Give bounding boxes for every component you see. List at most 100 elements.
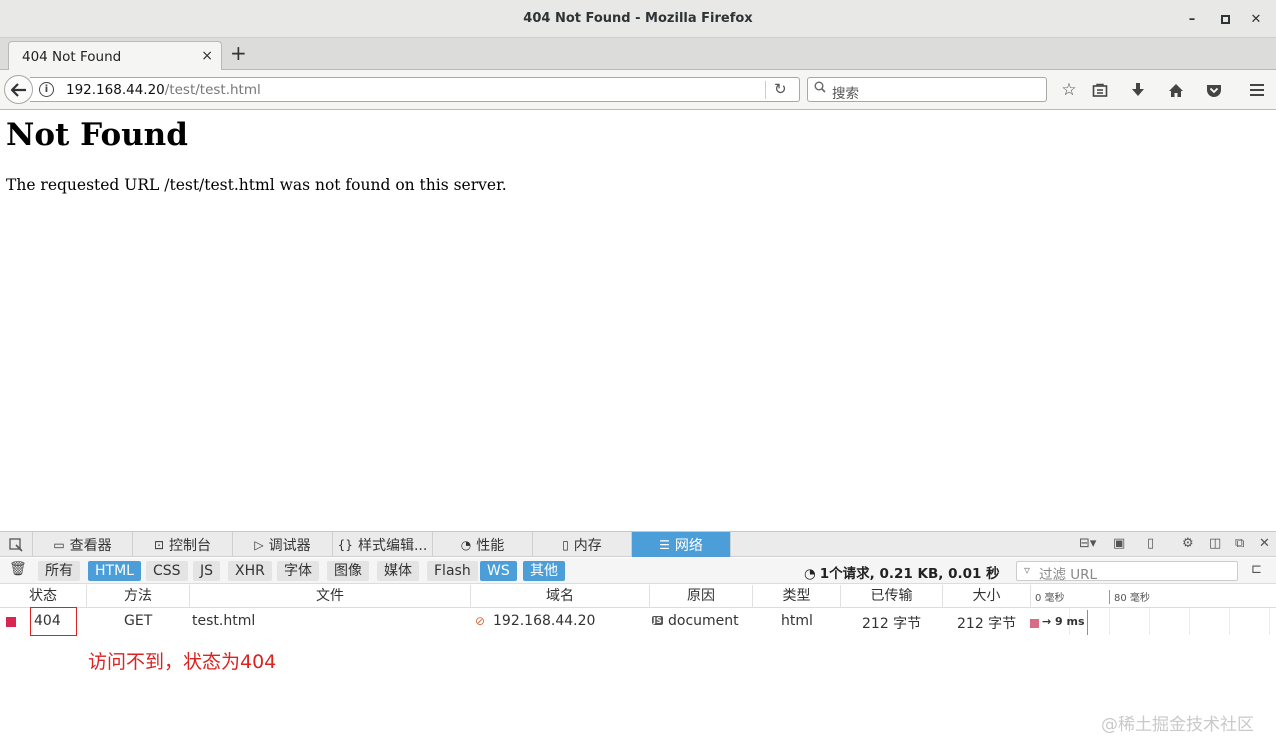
layout-dropdown-icon[interactable]: ⊟▾: [1079, 536, 1096, 551]
devtools-tab-label: 性能: [476, 537, 505, 554]
filter-html[interactable]: HTML: [88, 561, 141, 581]
column-status[interactable]: 状态: [0, 585, 87, 608]
request-cause: document: [668, 613, 739, 629]
devtools-panel: ▭ 查看器 ⊡ 控制台 ▷ 调试器 {} 样式编辑... ◔ 性能 ▯ 内存 ☰…: [0, 531, 1276, 753]
url-filter-input[interactable]: ▿ 过滤 URL: [1016, 561, 1238, 583]
filter-images[interactable]: 图像: [327, 561, 369, 581]
devtools-tab-network[interactable]: ☰ 网络: [632, 532, 731, 557]
request-type: html: [781, 613, 813, 629]
status-highlight-box: [30, 607, 77, 636]
devtools-tab-console[interactable]: ⊡ 控制台: [133, 532, 233, 557]
search-placeholder: 搜索: [832, 86, 859, 102]
waterfall-bar: [1030, 619, 1039, 628]
navigation-bar: i 192.168.44.20/test/test.html ↻ 搜索 ☆: [0, 70, 1276, 110]
new-tab-button[interactable]: +: [230, 43, 247, 63]
devtools-tab-debugger[interactable]: ▷ 调试器: [233, 532, 333, 557]
home-icon[interactable]: [1165, 79, 1187, 101]
menu-icon[interactable]: [1246, 79, 1268, 101]
waterfall-label-80: 80 毫秒: [1114, 593, 1150, 604]
devtools-tab-label: 查看器: [69, 537, 112, 554]
waterfall-tick: [1109, 590, 1110, 604]
timer-icon: ◔: [804, 566, 816, 582]
devtools-tab-label: 网络: [674, 537, 703, 554]
column-method[interactable]: 方法: [87, 585, 190, 608]
request-file: test.html: [192, 613, 256, 629]
undock-window-icon[interactable]: ⧉: [1235, 536, 1244, 551]
page-content: Not Found The requested URL /test/test.h…: [0, 111, 1276, 531]
toggle-sidebar-icon[interactable]: ⊏: [1251, 562, 1262, 577]
devtools-tab-inspector[interactable]: ▭ 查看器: [33, 532, 133, 557]
url-host: 192.168.44.20: [66, 82, 165, 98]
table-row[interactable]: 404 GET test.html ⊘ 192.168.44.20 JS doc…: [0, 609, 1276, 635]
network-icon: ☰: [659, 537, 670, 552]
watermark: @稀土掘金技术社区: [1101, 715, 1254, 735]
filter-js[interactable]: JS: [193, 561, 221, 581]
close-window-icon[interactable]: ✕: [1247, 10, 1265, 28]
memory-icon: ▯: [562, 537, 569, 552]
devtools-tab-performance[interactable]: ◔ 性能: [433, 532, 533, 557]
search-icon: [814, 81, 826, 97]
column-type[interactable]: 类型: [753, 585, 841, 608]
window-titlebar: 404 Not Found - Mozilla Firefox – ✕: [0, 0, 1276, 38]
bookmarks-library-icon[interactable]: [1089, 79, 1111, 101]
dock-side-icon[interactable]: ◫: [1209, 536, 1221, 551]
close-tab-icon[interactable]: ×: [201, 48, 213, 64]
bookmark-star-icon[interactable]: ☆: [1058, 79, 1080, 101]
page-heading: Not Found: [6, 117, 188, 153]
page-message: The requested URL /test/test.html was no…: [6, 176, 507, 194]
network-column-header: 状态 方法 文件 域名 原因 类型 已传输 大小 0 毫秒 80 毫秒: [0, 585, 1276, 608]
filter-fonts[interactable]: 字体: [277, 561, 319, 581]
minimize-icon[interactable]: –: [1183, 10, 1201, 28]
close-devtools-icon[interactable]: ✕: [1259, 536, 1270, 551]
console-icon: ⊡: [153, 537, 165, 552]
url-bar[interactable]: i 192.168.44.20/test/test.html ↻: [30, 77, 800, 102]
devtools-tab-label: 内存: [573, 537, 602, 554]
responsive-design-icon[interactable]: ▯: [1147, 536, 1154, 551]
column-domain[interactable]: 域名: [471, 585, 650, 608]
filter-other[interactable]: 其他: [523, 561, 565, 581]
site-info-icon[interactable]: i: [39, 82, 54, 97]
window-title: 404 Not Found - Mozilla Firefox: [523, 11, 753, 26]
reload-icon[interactable]: ↻: [774, 80, 787, 98]
column-cause[interactable]: 原因: [650, 585, 753, 608]
devtools-toolbar: ▭ 查看器 ⊡ 控制台 ▷ 调试器 {} 样式编辑... ◔ 性能 ▯ 内存 ☰…: [0, 532, 1276, 557]
style-editor-icon: {}: [337, 537, 353, 552]
split-console-icon[interactable]: ▣: [1113, 536, 1125, 551]
request-method: GET: [124, 613, 153, 629]
performance-icon: ◔: [460, 537, 472, 552]
filter-all[interactable]: 所有: [38, 561, 80, 581]
summary-text: 1个请求, 0.21 KB, 0.01 秒: [819, 566, 1000, 582]
back-arrow-icon: [10, 82, 26, 97]
column-size[interactable]: 大小: [943, 585, 1031, 608]
devtools-tab-memory[interactable]: ▯ 内存: [533, 532, 632, 557]
tab-strip: 404 Not Found × +: [0, 38, 1276, 70]
maximize-icon[interactable]: [1216, 10, 1234, 28]
devtools-tab-label: 调试器: [268, 537, 311, 554]
request-transferred: 212 字节: [862, 616, 922, 632]
download-icon[interactable]: [1127, 79, 1149, 101]
filter-flash[interactable]: Flash: [427, 561, 478, 581]
settings-gear-icon[interactable]: ⚙: [1182, 536, 1194, 551]
tab-label: 404 Not Found: [22, 49, 122, 65]
column-transferred[interactable]: 已传输: [841, 585, 943, 608]
request-timing: → 9 ms: [1042, 615, 1085, 628]
js-badge-icon: JS: [652, 616, 663, 625]
pocket-icon[interactable]: [1203, 79, 1225, 101]
back-button[interactable]: [4, 75, 33, 104]
column-file[interactable]: 文件: [190, 585, 471, 608]
tab-404-not-found[interactable]: 404 Not Found ×: [8, 41, 222, 70]
search-bar[interactable]: 搜索: [807, 77, 1047, 102]
pick-element-icon[interactable]: [0, 532, 33, 557]
devtools-tab-label: 控制台: [169, 537, 212, 554]
filter-ws[interactable]: WS: [480, 561, 517, 581]
network-summary: ◔ 1个请求, 0.21 KB, 0.01 秒: [804, 562, 1000, 582]
devtools-tab-label: 样式编辑...: [357, 537, 428, 554]
filter-icon: ▿: [1024, 563, 1031, 577]
filter-xhr[interactable]: XHR: [228, 561, 272, 581]
trash-icon[interactable]: 🗑: [9, 561, 27, 577]
filter-css[interactable]: CSS: [146, 561, 188, 581]
filter-media[interactable]: 媒体: [377, 561, 419, 581]
request-size: 212 字节: [957, 616, 1017, 632]
devtools-tab-style-editor[interactable]: {} 样式编辑...: [333, 532, 433, 557]
url-text[interactable]: 192.168.44.20/test/test.html: [66, 82, 261, 98]
